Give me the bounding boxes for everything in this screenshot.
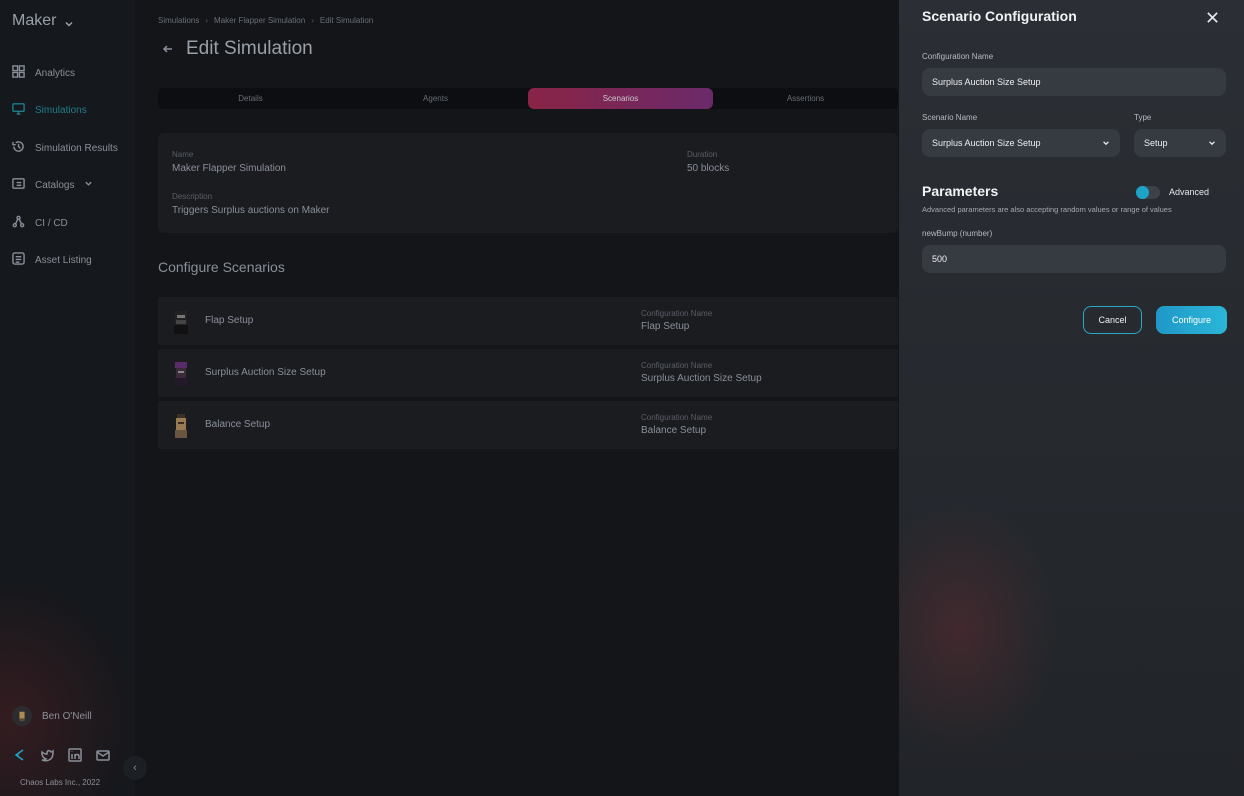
sidebar-item-label: Simulation Results [35,142,118,154]
sidebar-item-label: Analytics [35,67,76,79]
config-value: Surplus Auction Size Setup [641,373,762,384]
social-links [12,748,110,762]
section-title: Configure Scenarios [158,259,285,275]
description-value: Triggers Surplus auctions on Maker [172,205,330,216]
scenario-name-select[interactable]: Surplus Auction Size Setup [922,129,1120,157]
user-profile[interactable]: Ben O'Neill [12,706,92,726]
sidebar-item-simulation-results[interactable]: Simulation Results [12,140,118,156]
type-select[interactable]: Setup [1134,129,1226,157]
sidebar-item-label: CI / CD [35,217,68,229]
config-name-input[interactable]: Surplus Auction Size Setup [922,68,1226,96]
mail-icon[interactable] [96,748,110,762]
configure-button[interactable]: Configure [1156,306,1227,334]
scenario-row[interactable]: Balance Setup Configuration Name Balance… [158,401,898,449]
param-newbump-input[interactable]: 500 [922,245,1226,273]
avatar [12,706,32,726]
asset-icon [12,252,25,268]
scenario-configuration-drawer: Scenario Configuration Configuration Nam… [899,0,1244,796]
config-label: Configuration Name [641,413,713,422]
sidebar-item-asset-listing[interactable]: Asset Listing [12,252,92,268]
toggle-knob [1136,186,1149,199]
config-value: Balance Setup [641,425,707,436]
scenario-name: Flap Setup [205,315,254,326]
scenario-avatar-image [170,308,192,334]
duration-value: 50 blocks [687,163,730,174]
advanced-label: Advanced [1169,187,1210,197]
breadcrumb-item: Edit Simulation [319,16,374,25]
user-name: Ben O'Neill [42,710,92,722]
drawer-title: Scenario Configuration [922,8,1077,24]
history-icon [12,140,25,156]
sidebar-item-label: Catalogs [35,179,75,191]
chevron-down-icon [84,179,93,191]
config-name-label: Configuration Name [922,52,994,61]
tab-scenarios[interactable]: Scenarios [528,88,713,109]
back-arrow-icon[interactable] [161,42,175,56]
config-value: Flap Setup [641,321,690,332]
breadcrumb-item[interactable]: Maker Flapper Simulation [214,16,305,25]
sidebar-item-catalogs[interactable]: Catalogs [12,177,93,193]
linkedin-icon[interactable] [68,748,82,762]
scenario-name-value: Surplus Auction Size Setup [932,138,1041,148]
sidebar-item-simulations[interactable]: Simulations [12,102,87,118]
sidebar-item-cicd[interactable]: CI / CD [12,215,68,231]
breadcrumb: Simulations › Maker Flapper Simulation ›… [158,16,373,25]
close-icon[interactable] [1203,8,1221,26]
page-title: Edit Simulation [186,38,313,59]
advanced-toggle[interactable] [1136,186,1160,199]
scenario-config: Configuration Name Balance Setup [641,413,712,436]
monitor-icon [12,102,25,118]
sidebar-item-label: Simulations [35,104,87,116]
breadcrumb-item[interactable]: Simulations [158,16,199,25]
name-label: Name [172,150,194,159]
cancel-button[interactable]: Cancel [1083,306,1142,334]
app: Maker Analytics Simulations Simulation R… [0,0,1244,796]
duration-label: Duration [687,150,718,159]
footer-copyright: Chaos Labs Inc., 2022 [20,778,101,787]
sidebar: Maker Analytics Simulations Simulation R… [0,0,135,796]
name-field: Name Maker Flapper Simulation [172,150,286,174]
parameters-description: Advanced parameters are also accepting r… [922,205,1172,214]
description-label: Description [172,192,213,201]
scenario-row[interactable]: Flap Setup Configuration Name Flap Setup [158,297,898,345]
chevron-right-icon: › [205,16,209,25]
tab-assertions[interactable]: Assertions [713,88,898,109]
sidebar-item-label: Asset Listing [35,254,92,266]
chevron-down-icon [1208,139,1216,147]
scenario-name-label: Scenario Name [922,113,978,122]
collapse-sidebar-button[interactable]: ‹ [123,756,147,780]
sidebar-item-analytics[interactable]: Analytics [12,65,75,81]
scenario-config: Configuration Name Flap Setup [641,309,712,332]
workspace-switcher[interactable]: Maker [12,12,74,30]
scenario-config: Configuration Name Surplus Auction Size … [641,361,762,384]
tab-agents[interactable]: Agents [343,88,528,109]
name-value: Maker Flapper Simulation [172,163,286,174]
config-label: Configuration Name [641,361,713,370]
twitter-icon[interactable] [40,748,54,762]
scenario-name: Surplus Auction Size Setup [205,367,326,378]
cicd-icon [12,215,25,231]
description-field: Description Triggers Surplus auctions on… [172,192,329,216]
scenario-avatar-image [170,360,192,386]
chevron-down-icon [1102,139,1110,147]
chaos-labs-logo-icon[interactable] [12,748,26,762]
chevron-down-icon [64,16,74,27]
type-label: Type [1134,113,1152,122]
analytics-icon [12,65,25,81]
config-label: Configuration Name [641,309,713,318]
tab-details[interactable]: Details [158,88,343,109]
simulation-details-card: Name Maker Flapper Simulation Duration 5… [158,133,898,233]
catalog-icon [12,177,25,193]
tab-bar: Details Agents Scenarios Assertions [158,88,898,109]
brand-name: Maker [12,12,57,29]
scenario-avatar-image [170,412,192,438]
type-value: Setup [1144,138,1168,148]
duration-field: Duration 50 blocks [687,150,729,174]
scenario-row[interactable]: Surplus Auction Size Setup Configuration… [158,349,898,397]
scenario-name: Balance Setup [205,419,271,430]
parameters-title: Parameters [922,183,999,199]
chevron-right-icon: › [311,16,314,25]
param-label: newBump (number) [922,229,993,238]
